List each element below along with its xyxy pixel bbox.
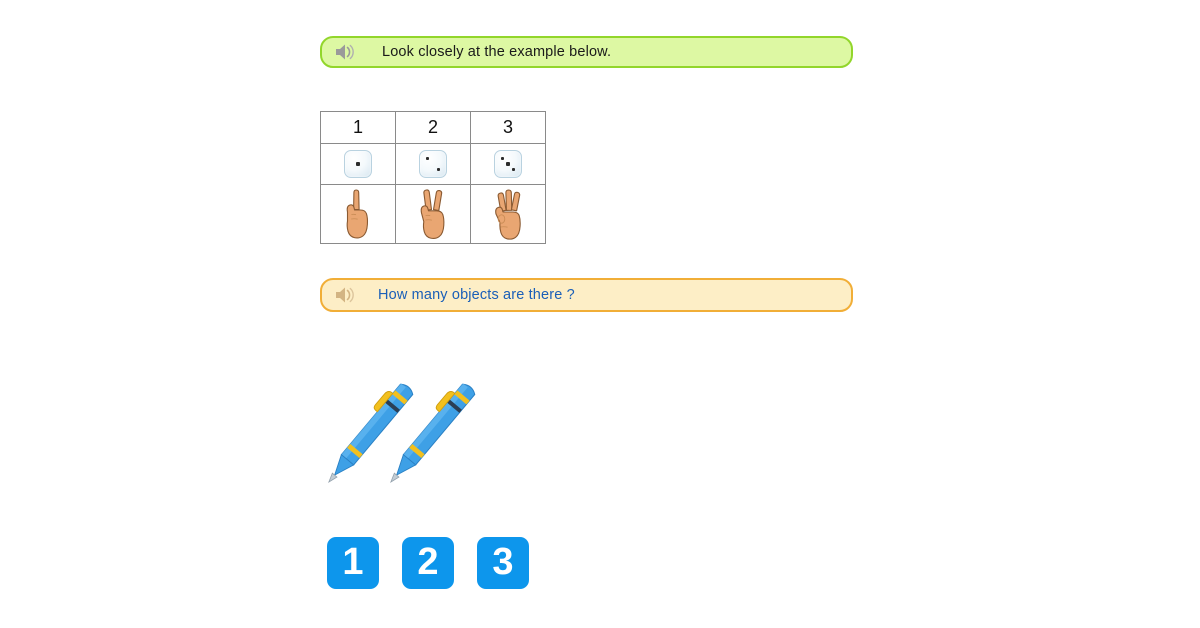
table-cell-hand-1 (320, 184, 396, 244)
objects-illustration (310, 358, 505, 513)
table-cell-hand-2 (395, 184, 471, 244)
table-cell-number-2: 2 (395, 111, 471, 144)
number-label: 3 (502, 117, 513, 137)
hand-one-finger-icon (338, 186, 378, 242)
table-cell-number-1: 1 (320, 111, 396, 144)
speaker-icon[interactable] (334, 285, 358, 305)
question-banner: How many objects are there ? (320, 278, 853, 312)
table-cell-hand-3 (470, 184, 546, 244)
instruction-text: Look closely at the example below. (382, 44, 612, 60)
instruction-banner: Look closely at the example below. (320, 36, 853, 68)
number-label: 1 (352, 117, 363, 137)
table-row-dice (320, 143, 546, 185)
example-table: 1 2 3 (320, 111, 546, 244)
die-two-icon (419, 150, 447, 178)
table-cell-number-3: 3 (470, 111, 546, 144)
table-cell-dice-3 (470, 143, 546, 185)
speaker-icon[interactable] (334, 42, 358, 62)
hand-three-fingers-icon (486, 186, 530, 242)
table-row-hands (320, 184, 546, 244)
die-one-icon (344, 150, 372, 178)
table-cell-dice-2 (395, 143, 471, 185)
answer-button-1[interactable]: 1 (327, 537, 379, 589)
die-three-icon (494, 150, 522, 178)
table-row-numbers: 1 2 3 (320, 111, 546, 144)
question-text: How many objects are there ? (378, 287, 575, 303)
hand-two-fingers-icon (412, 186, 454, 242)
number-label: 2 (427, 117, 438, 137)
answer-button-3[interactable]: 3 (477, 537, 529, 589)
answer-choices: 1 2 3 (327, 537, 529, 589)
answer-button-2[interactable]: 2 (402, 537, 454, 589)
table-cell-dice-1 (320, 143, 396, 185)
